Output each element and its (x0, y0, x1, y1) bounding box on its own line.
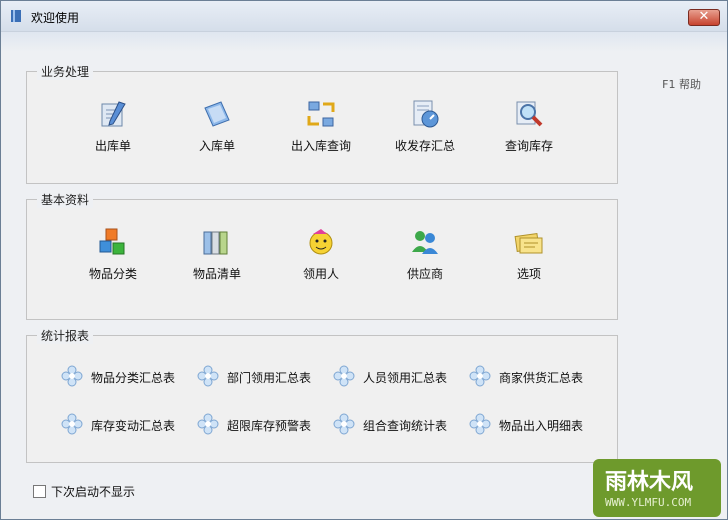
summary-gauge-icon (413, 100, 439, 128)
binders-icon (203, 231, 228, 255)
report-label: 人员领用汇总表 (363, 371, 448, 385)
report-label: 组合查询统计表 (363, 419, 448, 433)
inbound-order-label: 入库单 (198, 139, 235, 153)
header-strip (1, 32, 727, 52)
recipient-button[interactable]: 领用人 (281, 226, 361, 282)
report-label: 物品分类汇总表 (91, 371, 176, 385)
inventory-search-label: 查询库存 (504, 139, 553, 153)
report-flower-icon (469, 413, 491, 435)
report-label: 商家供货汇总表 (499, 371, 584, 385)
item-category-button[interactable]: 物品分类 (73, 226, 153, 282)
watermark-url: WWW.YLMFU.COM (605, 496, 692, 509)
basic-group-title: 基本资料 (37, 191, 94, 208)
outbound-order-label: 出库单 (94, 139, 131, 153)
summary-button[interactable]: 收发存汇总 (385, 98, 465, 154)
outbound-doc-icon (101, 101, 126, 127)
supplier-label: 供应商 (406, 267, 443, 281)
outbound-order-button[interactable]: 出库单 (73, 98, 153, 154)
item-category-label: 物品分类 (88, 267, 137, 281)
watermark-logo: 雨林木风 WWW.YLMFU.COM (593, 459, 721, 517)
help-link[interactable]: F1 帮助 (662, 76, 701, 92)
title-bar: 欢迎使用 ✕ (1, 1, 727, 32)
transfer-query-label: 出入库查询 (290, 139, 351, 153)
reports-group-title: 统计报表 (37, 327, 94, 344)
inbound-doc-icon (204, 101, 230, 127)
supplier-button[interactable]: 供应商 (385, 226, 465, 282)
report-flower-icon (469, 365, 491, 387)
transfer-query-icon (307, 101, 335, 127)
report-flower-icon (61, 365, 83, 387)
close-icon: ✕ (698, 9, 710, 24)
inventory-search-button[interactable]: 查询库存 (489, 98, 569, 154)
watermark-text: 雨林木风 (605, 470, 694, 495)
close-button[interactable]: ✕ (688, 9, 720, 26)
reports-group: 统计报表 物品分类汇总表 部门领用汇总表 人员领用汇总表 商家供货汇总表 库存变… (26, 327, 618, 463)
basic-group: 基本资料 物品分类 物品清单 领用人 供应商 选项 (26, 191, 618, 320)
window-title: 欢迎使用 (31, 11, 80, 25)
dont-show-checkbox[interactable] (33, 485, 46, 498)
welcome-dialog: 欢迎使用 ✕ F1 帮助 业务处理 出库单 入库单 出入库查询 收发存汇总 查询… (0, 0, 728, 520)
report-label: 物品出入明细表 (499, 419, 584, 433)
report-label: 库存变动汇总表 (91, 419, 176, 433)
report-label: 超限库存预警表 (227, 419, 312, 433)
report-flower-icon (197, 413, 219, 435)
summary-label: 收发存汇总 (394, 139, 455, 153)
report-flower-icon (61, 413, 83, 435)
notes-icon (514, 232, 543, 254)
report-flower-icon (333, 413, 355, 435)
window-icon (11, 10, 21, 22)
item-list-button[interactable]: 物品清单 (177, 226, 257, 282)
business-group: 业务处理 出库单 入库单 出入库查询 收发存汇总 查询库存 (26, 63, 618, 184)
options-label: 选项 (516, 267, 541, 281)
transfer-query-button[interactable]: 出入库查询 (281, 98, 361, 154)
inbound-order-button[interactable]: 入库单 (177, 98, 257, 154)
recipient-label: 领用人 (302, 267, 339, 281)
report-flower-icon (333, 365, 355, 387)
category-cubes-icon (99, 228, 125, 255)
inventory-search-icon (516, 101, 543, 127)
options-button[interactable]: 选项 (489, 226, 569, 282)
report-flower-icon (197, 365, 219, 387)
person-face-icon (309, 229, 333, 255)
item-list-label: 物品清单 (192, 267, 241, 281)
users-icon (412, 231, 438, 254)
dont-show-label[interactable]: 下次启动不显示 (51, 483, 135, 500)
report-label: 部门领用汇总表 (227, 371, 312, 385)
business-group-title: 业务处理 (37, 63, 94, 80)
